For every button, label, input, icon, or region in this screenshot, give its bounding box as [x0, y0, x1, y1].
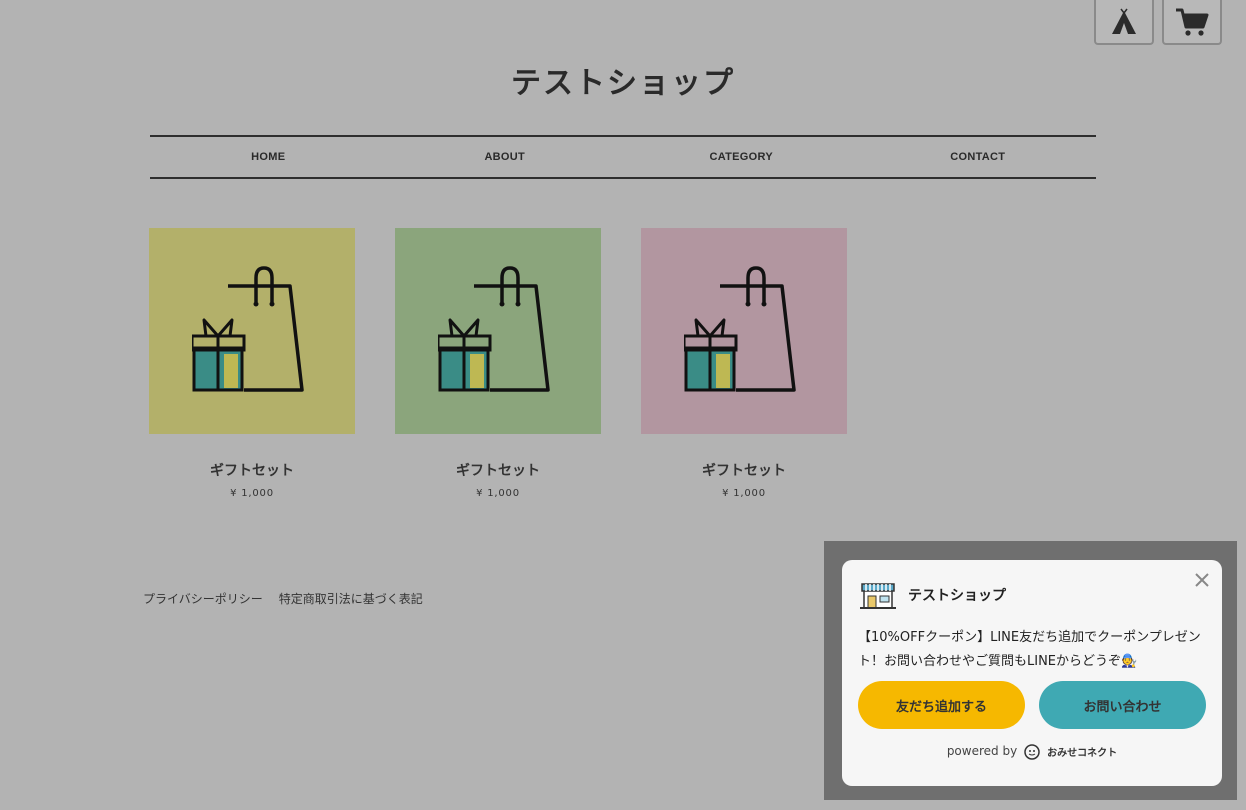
nav-home[interactable]: HOME — [150, 137, 387, 177]
tent-icon — [1112, 8, 1136, 34]
footer-links: プライバシーポリシー 特定商取引法に基づく表記 — [143, 590, 423, 607]
product-price: ¥ 1,000 — [722, 488, 766, 499]
nav-about[interactable]: ABOUT — [387, 137, 624, 177]
shop-title[interactable]: テストショップ — [0, 58, 1246, 102]
popup-header: テストショップ — [860, 580, 1006, 610]
add-friend-button[interactable]: 友だち追加する — [858, 681, 1025, 729]
product-price: ¥ 1,000 — [476, 488, 520, 499]
line-popup: テストショップ 【10%OFFクーポン】LINE友だち追加でクーポンプレゼント！… — [842, 560, 1222, 786]
contact-button[interactable]: お問い合わせ — [1039, 681, 1206, 729]
cart-icon — [1176, 8, 1209, 36]
product-list: ギフトセット ¥ 1,000 ギフトセット ¥ 1,000 ギフトセット ¥ 1… — [149, 228, 847, 499]
powered-by[interactable]: powered by おみせコネクト — [842, 742, 1222, 760]
cart-button[interactable] — [1162, 0, 1222, 45]
product-card[interactable]: ギフトセット ¥ 1,000 — [395, 228, 601, 499]
product-image[interactable] — [149, 228, 355, 434]
product-card[interactable]: ギフトセット ¥ 1,000 — [149, 228, 355, 499]
nav-contact[interactable]: CONTACT — [860, 137, 1097, 177]
product-image[interactable] — [395, 228, 601, 434]
product-name[interactable]: ギフトセット — [395, 460, 601, 480]
shop-front-icon — [860, 583, 896, 609]
close-icon[interactable] — [1194, 572, 1210, 588]
global-nav: HOME ABOUT CATEGORY CONTACT — [150, 135, 1096, 179]
gift-bag-icon — [438, 266, 550, 392]
header-icons — [1094, 0, 1222, 45]
nav-category[interactable]: CATEGORY — [623, 137, 860, 177]
powered-by-text: powered by — [946, 744, 1018, 758]
gift-bag-icon — [684, 266, 796, 392]
popup-shop-name: テストショップ — [908, 588, 1006, 604]
omise-connect-logo-icon — [1024, 744, 1040, 760]
tent-button[interactable] — [1094, 0, 1154, 45]
product-name[interactable]: ギフトセット — [149, 460, 355, 480]
brand-name: おみせコネクト — [1047, 747, 1118, 759]
privacy-policy-link[interactable]: プライバシーポリシー — [143, 590, 263, 607]
product-card[interactable]: ギフトセット ¥ 1,000 — [641, 228, 847, 499]
product-name[interactable]: ギフトセット — [641, 460, 847, 480]
product-image[interactable] — [641, 228, 847, 434]
legal-notice-link[interactable]: 特定商取引法に基づく表記 — [279, 590, 423, 607]
gift-bag-icon — [192, 266, 304, 392]
popup-message: 【10%OFFクーポン】LINE友だち追加でクーポンプレゼント！お問い合わせやご… — [858, 630, 1201, 669]
product-price: ¥ 1,000 — [230, 488, 274, 499]
